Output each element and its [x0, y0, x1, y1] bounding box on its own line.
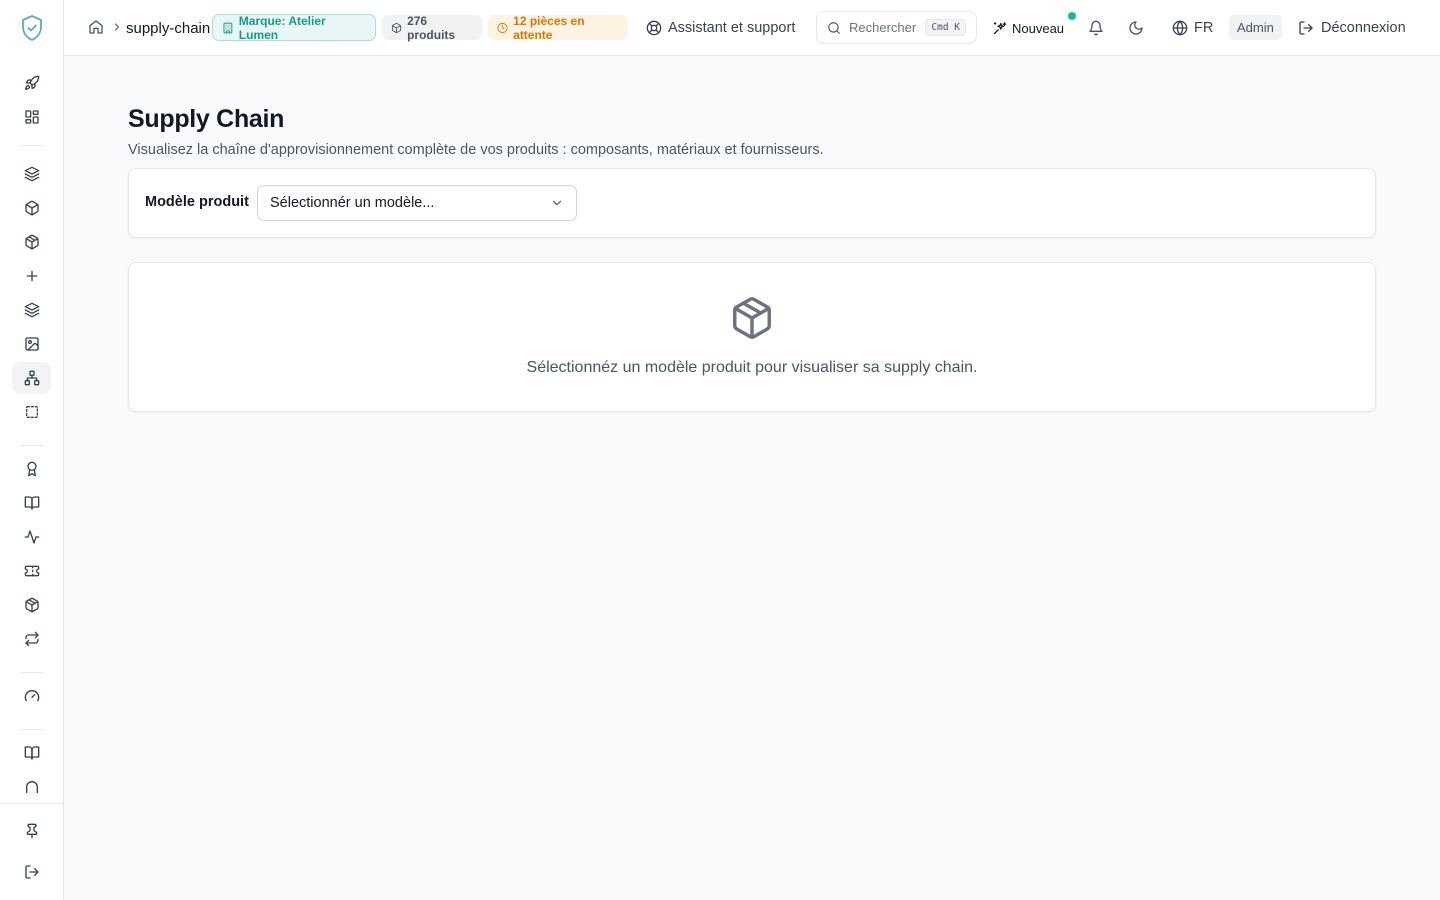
- sidebar-divider: [21, 445, 43, 446]
- clock-icon: [497, 22, 508, 33]
- pending-parts-label: 12 pièces en attente: [513, 13, 585, 42]
- empty-state-message: Sélectionnéz un modèle produit pour visu…: [526, 359, 978, 376]
- logout-button[interactable]: Déconnexion: [1298, 18, 1406, 38]
- search-shortcut: Cmd K: [925, 19, 966, 36]
- image-icon[interactable]: [12, 328, 51, 360]
- book-open-icon[interactable]: [12, 737, 51, 769]
- pending-parts-badge[interactable]: 12 pièces en attente: [488, 13, 628, 42]
- chevron-right-icon: [111, 21, 123, 33]
- repeat-icon[interactable]: [12, 623, 51, 655]
- language-switcher[interactable]: FR: [1172, 18, 1213, 38]
- language-label: FR: [1194, 20, 1214, 36]
- book-open-icon[interactable]: [12, 487, 51, 519]
- dashed-square-icon[interactable]: [12, 396, 51, 428]
- brand-badge[interactable]: Marque: Atelier Lumen: [212, 13, 376, 42]
- whats-new-button[interactable]: Nouveau: [992, 18, 1064, 38]
- box-icon: [729, 295, 775, 341]
- whats-new-label: Nouveau: [1012, 20, 1065, 36]
- layers-icon[interactable]: [12, 294, 51, 326]
- search-input[interactable]: Rechercher Cmd K: [816, 11, 977, 44]
- products-count-label: 276 produits: [407, 13, 456, 42]
- activity-icon[interactable]: [12, 521, 51, 553]
- layers-icon[interactable]: [12, 158, 51, 190]
- sidebar-divider: [21, 145, 43, 146]
- log-out-icon: [1299, 21, 1313, 35]
- chevron-down-icon: [552, 200, 562, 206]
- shield-check-logo-icon[interactable]: [20, 14, 44, 42]
- role-badge: Admin: [1229, 15, 1282, 40]
- brand-badge-label: Marque: Atelier Lumen: [238, 13, 326, 42]
- topbar: supply-chain Marque: Atelier Lumen 276 p…: [64, 0, 1440, 56]
- product-model-select-value: Sélectionnér un modèle...: [270, 195, 435, 211]
- page-title: Supply Chain: [128, 105, 285, 133]
- sidebar-divider: [21, 672, 43, 673]
- filter-card: Modèle produit Sélectionnér un modèle...: [128, 168, 1376, 238]
- package-icon: [391, 22, 402, 33]
- ticket-icon[interactable]: [12, 555, 51, 587]
- search-icon: [828, 21, 840, 34]
- building-icon: [223, 22, 233, 33]
- gauge-icon[interactable]: [12, 680, 51, 712]
- home-icon[interactable]: [88, 19, 104, 35]
- package-icon[interactable]: [12, 226, 51, 258]
- support-button[interactable]: Assistant et support: [646, 17, 795, 39]
- plus-icon[interactable]: [12, 260, 51, 292]
- globe-icon: [1172, 20, 1188, 36]
- life-buoy-icon: [646, 20, 662, 36]
- breadcrumb-current: supply-chain: [126, 19, 211, 37]
- search-placeholder: Rechercher: [849, 20, 917, 35]
- sidebar: [0, 0, 64, 900]
- network-icon[interactable]: [12, 362, 51, 394]
- rocket-icon[interactable]: [12, 67, 51, 99]
- product-model-label: Modèle produit: [145, 194, 249, 210]
- award-icon[interactable]: [12, 453, 51, 485]
- box-icon[interactable]: [12, 192, 51, 224]
- bell-icon[interactable]: [1088, 20, 1104, 36]
- sidebar-footer-divider: [0, 803, 63, 804]
- arch-icon[interactable]: [12, 775, 51, 793]
- log-out-icon[interactable]: [12, 856, 51, 888]
- package-icon[interactable]: [12, 589, 51, 621]
- support-label: Assistant et support: [668, 20, 796, 36]
- page-subtitle: Visualisez la chaîne d'approvisionnement…: [128, 142, 824, 158]
- empty-state-card: Sélectionnéz un modèle produit pour visu…: [128, 262, 1376, 412]
- moon-icon[interactable]: [1128, 20, 1144, 36]
- logout-label: Déconnexion: [1321, 20, 1406, 36]
- sparkles-icon: [993, 21, 1007, 34]
- products-count-badge[interactable]: 276 produits: [382, 13, 482, 42]
- sidebar-divider: [21, 729, 43, 730]
- new-indicator-dot: [1068, 12, 1076, 20]
- pin-icon[interactable]: [12, 815, 51, 847]
- grid-icon[interactable]: [12, 101, 51, 133]
- product-model-select[interactable]: Sélectionnér un modèle...: [257, 185, 577, 221]
